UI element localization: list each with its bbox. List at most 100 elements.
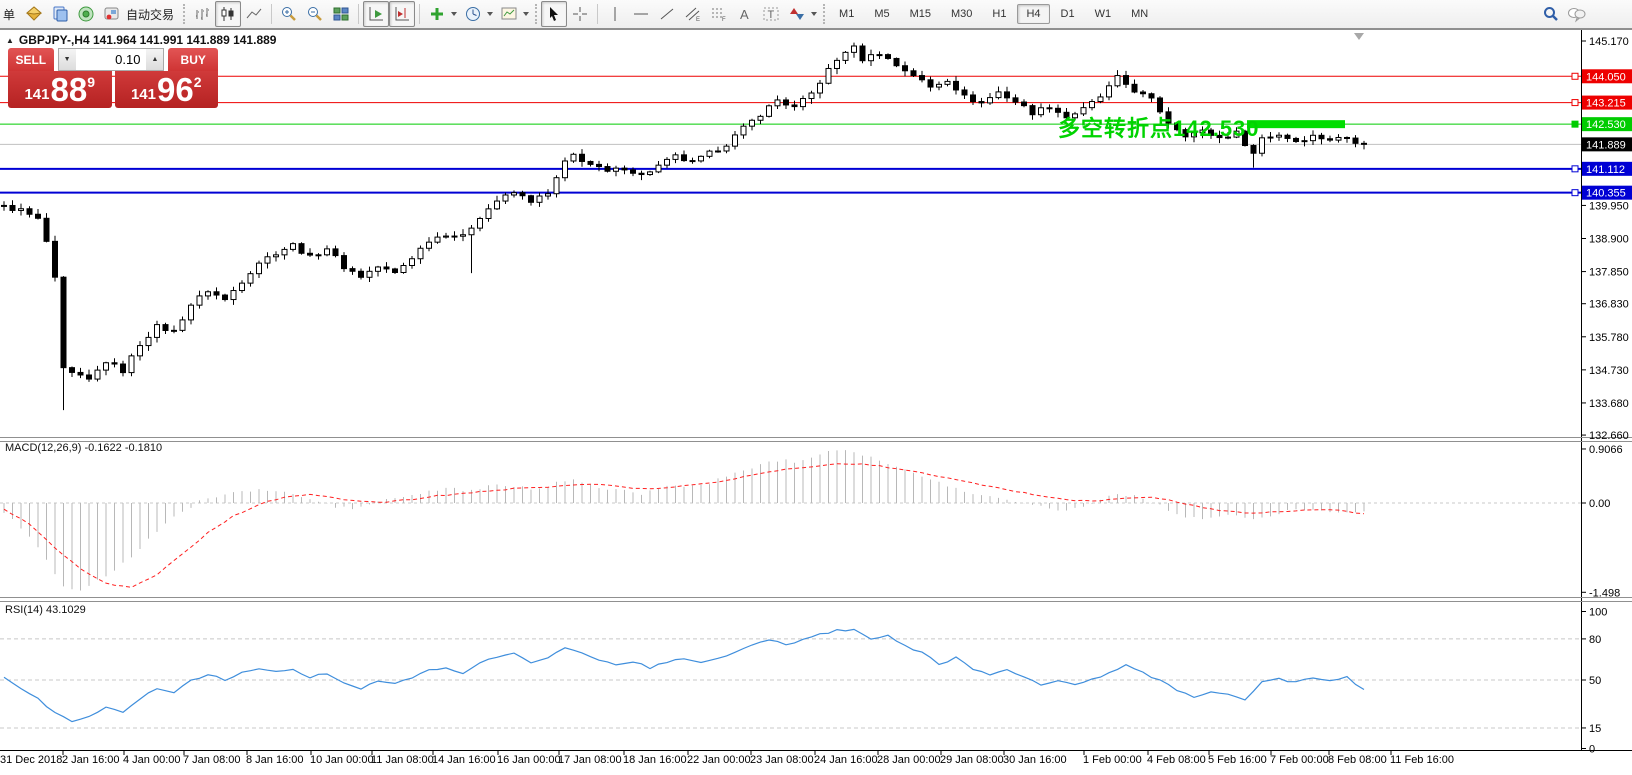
toolbar-grip[interactable] bbox=[823, 4, 825, 24]
svg-text:100: 100 bbox=[1589, 607, 1607, 619]
macd-indicator-label: MACD(12,26,9) -0.1622 -0.1810 bbox=[5, 442, 162, 454]
svg-text:145.170: 145.170 bbox=[1589, 36, 1629, 48]
search-icon[interactable] bbox=[1538, 1, 1564, 27]
arrows-dropdown-caret[interactable] bbox=[811, 12, 817, 16]
green-pivot-segment bbox=[1247, 120, 1345, 128]
text-tool-icon[interactable]: A bbox=[732, 1, 758, 27]
svg-text:133.680: 133.680 bbox=[1589, 398, 1629, 410]
svg-text:141.112: 141.112 bbox=[1586, 164, 1625, 176]
zoom-in-icon[interactable] bbox=[276, 1, 302, 27]
trendline-tool-icon[interactable] bbox=[654, 1, 680, 27]
volume-stepper: ▼ ▲ bbox=[58, 48, 165, 71]
sell-button[interactable]: SELL bbox=[8, 48, 54, 71]
collapse-panel-icon[interactable]: ▲ bbox=[6, 36, 14, 45]
svg-text:18 Jan 16:00: 18 Jan 16:00 bbox=[623, 754, 687, 766]
time-axis[interactable]: 31 Dec 20182 Jan 16:004 Jan 00:007 Jan 0… bbox=[0, 751, 1454, 766]
svg-text:11 Jan 08:00: 11 Jan 08:00 bbox=[371, 754, 434, 766]
svg-text:F: F bbox=[722, 17, 726, 23]
svg-text:1 Feb 00:00: 1 Feb 00:00 bbox=[1083, 754, 1142, 766]
svg-text:138.900: 138.900 bbox=[1589, 234, 1629, 246]
auto-trading-icon[interactable] bbox=[99, 1, 125, 27]
price-axis[interactable]: 145.170139.950138.900137.850136.830135.7… bbox=[1581, 36, 1632, 442]
templates-icon[interactable] bbox=[496, 1, 522, 27]
svg-text:17 Jan 08:00: 17 Jan 08:00 bbox=[558, 754, 622, 766]
scroll-to-end-marker bbox=[1354, 33, 1364, 40]
svg-text:0.9066: 0.9066 bbox=[1589, 444, 1623, 456]
svg-text:139.950: 139.950 bbox=[1589, 200, 1629, 212]
new-order-label-partial[interactable]: 单 bbox=[3, 6, 15, 23]
chart-shift-icon[interactable] bbox=[389, 1, 415, 27]
rsi-pane: 1008050150 bbox=[0, 607, 1607, 756]
bull-bear-pivot-annotation: 多空转折点142.530 bbox=[1058, 111, 1260, 143]
timeframe-m5[interactable]: M5 bbox=[865, 4, 898, 24]
buy-price-prefix: 141 bbox=[131, 86, 156, 103]
sell-price-display[interactable]: 141 88 9 bbox=[8, 71, 112, 108]
periods-dropdown-caret[interactable] bbox=[487, 12, 493, 16]
buy-price-pip: 2 bbox=[194, 74, 202, 90]
chart-canvas[interactable]: 145.170139.950138.900137.850136.830135.7… bbox=[0, 0, 1632, 775]
timeframe-m15[interactable]: M15 bbox=[901, 4, 940, 24]
svg-text:29 Jan 08:00: 29 Jan 08:00 bbox=[940, 754, 1004, 766]
svg-text:23 Jan 08:00: 23 Jan 08:00 bbox=[750, 754, 814, 766]
sell-price-big: 88 bbox=[51, 71, 88, 108]
line-chart-type-icon[interactable] bbox=[241, 1, 267, 27]
svg-text:0: 0 bbox=[1589, 744, 1595, 756]
tile-windows-icon[interactable] bbox=[328, 1, 354, 27]
arrows-tool-icon[interactable] bbox=[784, 1, 810, 27]
buy-price-display[interactable]: 141 96 2 bbox=[115, 71, 219, 108]
svg-text:24 Jan 16:00: 24 Jan 16:00 bbox=[814, 754, 878, 766]
svg-text:2 Jan 16:00: 2 Jan 16:00 bbox=[62, 754, 120, 766]
timeframe-h4[interactable]: H4 bbox=[1017, 4, 1049, 24]
chat-icon[interactable] bbox=[1564, 1, 1590, 27]
auto-scroll-icon[interactable] bbox=[363, 1, 389, 27]
timeframe-h1[interactable]: H1 bbox=[983, 4, 1015, 24]
volume-decrease-button[interactable]: ▼ bbox=[59, 49, 76, 70]
timeframe-d1[interactable]: D1 bbox=[1052, 4, 1084, 24]
sell-price-pip: 9 bbox=[87, 74, 95, 90]
volume-increase-button[interactable]: ▲ bbox=[146, 49, 163, 70]
market-watch-icon[interactable] bbox=[47, 1, 73, 27]
horizontal-line-tool-icon[interactable] bbox=[628, 1, 654, 27]
timeframe-m30[interactable]: M30 bbox=[942, 4, 981, 24]
svg-text:8 Feb 08:00: 8 Feb 08:00 bbox=[1328, 754, 1387, 766]
rsi-indicator-label: RSI(14) 43.1029 bbox=[5, 604, 86, 616]
cursor-tool-icon[interactable] bbox=[541, 1, 567, 27]
chart-ohlc-header: ▲ GBPJPY-,H4 141.964 141.991 141.889 141… bbox=[6, 33, 276, 47]
equidistant-channel-tool-icon[interactable]: E bbox=[680, 1, 706, 27]
fibonacci-tool-icon[interactable]: F bbox=[706, 1, 732, 27]
templates-dropdown-caret[interactable] bbox=[523, 12, 529, 16]
svg-text:50: 50 bbox=[1589, 675, 1601, 687]
vertical-line-tool-icon[interactable] bbox=[602, 1, 628, 27]
svg-text:5 Feb 16:00: 5 Feb 16:00 bbox=[1208, 754, 1267, 766]
svg-text:4 Feb 08:00: 4 Feb 08:00 bbox=[1147, 754, 1206, 766]
mt4-terminal-window: { "toolbar": { "new_order_partial": "单",… bbox=[0, 0, 1632, 775]
crosshair-tool-icon[interactable] bbox=[567, 1, 593, 27]
timeframe-w1[interactable]: W1 bbox=[1086, 4, 1121, 24]
candlestick-chart-type-icon[interactable] bbox=[215, 1, 241, 27]
rsi-line bbox=[4, 629, 1364, 721]
text-label-tool-icon[interactable]: T bbox=[758, 1, 784, 27]
indicators-dropdown-caret[interactable] bbox=[451, 12, 457, 16]
timeframe-m1[interactable]: M1 bbox=[830, 4, 863, 24]
bar-chart-type-icon[interactable] bbox=[189, 1, 215, 27]
macd-pane: 0.90660.00-1.498 bbox=[0, 444, 1623, 599]
svg-text:136.830: 136.830 bbox=[1589, 299, 1629, 311]
macd-signal-line bbox=[4, 464, 1364, 588]
svg-text:7 Feb 00:00: 7 Feb 00:00 bbox=[1270, 754, 1329, 766]
chart-frame bbox=[0, 30, 1632, 751]
timeframe-mn[interactable]: MN bbox=[1122, 4, 1157, 24]
price-level-lines bbox=[0, 73, 1581, 195]
volume-input[interactable] bbox=[76, 49, 147, 70]
toolbar-grip[interactable] bbox=[183, 4, 185, 24]
data-window-icon[interactable] bbox=[73, 1, 99, 27]
auto-trading-label[interactable]: 自动交易 bbox=[126, 6, 174, 23]
periods-clock-icon[interactable] bbox=[460, 1, 486, 27]
indicators-icon[interactable] bbox=[424, 1, 450, 27]
svg-text:16 Jan 00:00: 16 Jan 00:00 bbox=[497, 754, 561, 766]
one-click-trading-panel: SELL ▼ ▲ BUY 141 88 9 141 96 2 bbox=[8, 48, 218, 108]
buy-button[interactable]: BUY bbox=[168, 48, 218, 71]
toolbar-grip[interactable] bbox=[535, 4, 537, 24]
svg-text:4 Jan 00:00: 4 Jan 00:00 bbox=[123, 754, 181, 766]
zoom-out-icon[interactable] bbox=[302, 1, 328, 27]
market-gold-icon[interactable] bbox=[21, 1, 47, 27]
